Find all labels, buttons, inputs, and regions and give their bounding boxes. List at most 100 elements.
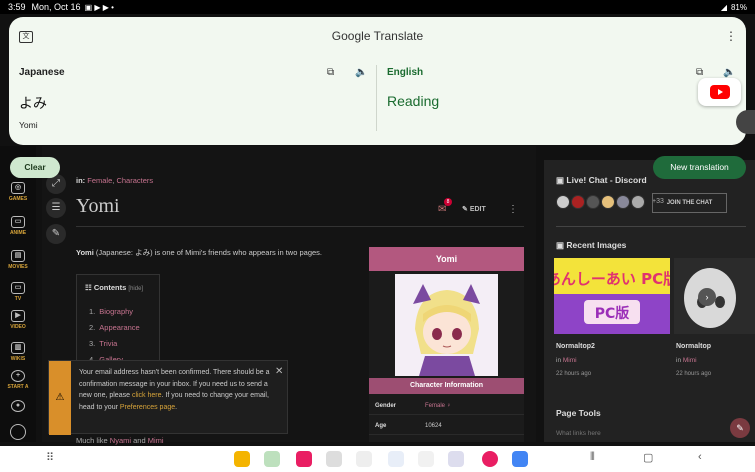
nyami-link[interactable]: Nyami xyxy=(110,436,131,445)
source-text[interactable]: よみ xyxy=(19,93,47,113)
page-more-icon[interactable]: ⋮ xyxy=(508,204,518,215)
back-icon[interactable]: ‹ xyxy=(698,451,702,463)
join-chat-button[interactable]: JOIN THE CHAT xyxy=(652,193,727,213)
files-app-icon[interactable] xyxy=(234,451,250,467)
edit-tool-button[interactable]: ✎ xyxy=(46,224,66,244)
contents-hide-toggle[interactable]: [hide] xyxy=(128,286,143,292)
rail-wikis[interactable]: ▥ WIKIS xyxy=(4,342,32,362)
what-links-here-link[interactable]: What links here xyxy=(556,430,601,437)
avatar xyxy=(616,195,630,209)
app-icon[interactable] xyxy=(264,451,280,467)
click-here-link[interactable]: click here xyxy=(132,392,162,399)
toc-item[interactable]: 1. Biography xyxy=(89,307,133,316)
category-female-link[interactable]: Female xyxy=(87,176,112,185)
google-play-icon[interactable] xyxy=(356,451,372,467)
avatar xyxy=(556,195,570,209)
character-image[interactable] xyxy=(395,274,498,376)
app-icon[interactable] xyxy=(482,451,498,467)
app-drawer-icon[interactable]: ⠿ xyxy=(46,451,54,464)
rail-games[interactable]: ◎ GAMES xyxy=(4,182,32,202)
recents-icon[interactable]: ⦀ xyxy=(590,451,595,464)
left-rail: ◎ GAMES ▭ ANIME ▤ MOVIES ▭ TV ▶ VIDEO ▥ WIKIS … xyxy=(0,146,36,442)
character-infobox: Yomi Character Information Gender Female … xyxy=(369,247,524,442)
table-of-contents: ☷ Contents [hide] 1. Biography 2. Appearan… xyxy=(76,274,160,370)
infobox-title: Yomi xyxy=(369,247,524,271)
speaker-icon[interactable]: 🔈 xyxy=(355,67,367,78)
recent-image-time: 22 hours ago xyxy=(676,371,712,377)
page-tools-title: Page Tools xyxy=(556,408,601,418)
chat-icon: ▣ xyxy=(556,175,567,185)
edit-button[interactable]: ✎ EDIT xyxy=(462,205,486,213)
chat-avatars: +33 xyxy=(556,195,664,211)
copy-icon[interactable]: ⧉ xyxy=(327,67,334,78)
speaker-icon[interactable]: 🔈 xyxy=(723,67,735,78)
battery-text: 81% xyxy=(730,2,747,12)
target-language[interactable]: English xyxy=(387,67,423,78)
category-characters-link[interactable]: Characters xyxy=(116,176,153,185)
chevron-right-icon[interactable]: › xyxy=(698,288,716,306)
translate-panel: 文 Google Translate ⋮ Japanese ⧉ 🔈 Englis… xyxy=(9,17,746,145)
list-icon: ☰ xyxy=(51,202,61,213)
status-bar: 3:59 Mon, Oct 16 ▣ ▶ ▶ • ◢ 81% xyxy=(0,0,755,14)
mimi-link[interactable]: Mimi xyxy=(148,436,164,445)
copy-icon[interactable]: ⧉ xyxy=(696,67,703,78)
rail-video[interactable]: ▶ VIDEO xyxy=(4,310,32,330)
wrench-icon[interactable]: ✎ xyxy=(730,418,750,438)
film-icon: ▤ xyxy=(11,250,25,262)
avatar xyxy=(10,424,26,440)
rail-movies[interactable]: ▤ MOVIES xyxy=(4,250,32,270)
source-language[interactable]: Japanese xyxy=(19,67,65,78)
recent-image-name[interactable]: Normaltop2 xyxy=(556,343,595,350)
plus-icon: + xyxy=(11,370,25,382)
recent-image-1[interactable]: あんしーあい PC版 PC版 xyxy=(554,258,670,334)
rail-start-wiki[interactable]: + START A xyxy=(4,370,32,390)
title-divider xyxy=(76,226,524,227)
google-translate-icon[interactable] xyxy=(512,451,528,467)
rail-user[interactable]: ● xyxy=(4,400,32,414)
more-options-icon[interactable]: ⋮ xyxy=(725,29,737,43)
clear-button[interactable]: Clear xyxy=(10,157,60,178)
infobox-caption: Character Information xyxy=(369,378,524,394)
app-icon[interactable] xyxy=(296,451,312,467)
comment-icon: ✉ xyxy=(438,204,447,215)
youtube-icon xyxy=(710,85,730,99)
biography-paragraph: Much like Nyami and Mimi xyxy=(76,436,164,445)
tv-icon: ▭ xyxy=(11,282,25,294)
comment-count-badge: 8 xyxy=(444,198,452,206)
home-icon[interactable]: ▢ xyxy=(643,451,653,464)
svg-text:PC版: PC版 xyxy=(595,305,630,322)
app-icon[interactable] xyxy=(388,451,404,467)
avatar xyxy=(586,195,600,209)
close-icon[interactable]: ✕ xyxy=(275,366,283,377)
translated-text: Reading xyxy=(387,93,440,109)
preferences-link[interactable]: Preferences page xyxy=(120,404,175,411)
comments-button[interactable]: ✉ 8 xyxy=(438,198,452,215)
right-sidebar: ▣ Live! Chat - Discord +33 JOIN THE CHAT… xyxy=(544,160,755,442)
infobox-row: Age 10624 xyxy=(369,417,524,435)
intro-paragraph: Yomi (Japanese: よみ) is one of Mimi's fri… xyxy=(76,248,322,257)
page-title: Yomi xyxy=(76,195,120,217)
rail-anime[interactable]: ▭ ANIME xyxy=(4,216,32,236)
pencil-icon: ✎ xyxy=(462,206,470,213)
toc-item[interactable]: 3. Trivia xyxy=(89,339,117,348)
app-icon[interactable] xyxy=(448,451,464,467)
new-translation-button[interactable]: New translation xyxy=(653,156,746,179)
rail-tv[interactable]: ▭ TV xyxy=(4,282,32,302)
app-icon[interactable] xyxy=(326,451,342,467)
avatar xyxy=(601,195,615,209)
discord-chat-title: ▣ Live! Chat - Discord xyxy=(556,175,647,185)
rail-avatar[interactable] xyxy=(4,424,32,442)
recent-image-name[interactable]: Normaltop xyxy=(676,343,711,350)
pencil-icon: ✎ xyxy=(51,228,61,239)
recent-image-wiki: in Mimi xyxy=(556,357,577,364)
panel-divider xyxy=(376,65,377,131)
edge-panel-handle[interactable] xyxy=(736,110,755,134)
toc-tool-button[interactable]: ☰ xyxy=(46,198,66,218)
toc-item[interactable]: 2. Appearance xyxy=(89,323,140,332)
translate-app-title: Google Translate xyxy=(331,29,424,43)
infobox-row: Gender Female ♀ xyxy=(369,397,524,415)
system-nav-bar xyxy=(0,446,755,472)
youtube-bubble[interactable] xyxy=(698,78,741,106)
app-icon[interactable] xyxy=(418,451,434,467)
status-date: Mon, Oct 16 xyxy=(31,2,81,12)
